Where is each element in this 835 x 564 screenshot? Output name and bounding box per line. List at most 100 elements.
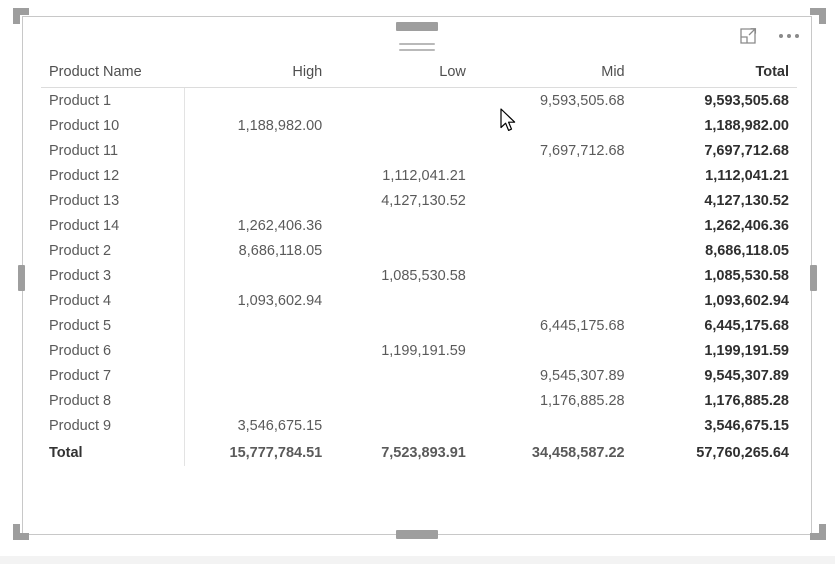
resize-handle-bottom-right[interactable] <box>806 520 826 540</box>
table-row[interactable]: Product 4 1,093,602.94 1,093,602.94 <box>41 288 797 313</box>
resize-handle-bottom-middle[interactable] <box>396 530 438 539</box>
matrix-table-wrapper: Product Name High Low Mid Total Product … <box>41 61 797 466</box>
cell-total: 1,085,530.58 <box>704 267 789 284</box>
cell-product-name: Product 9 <box>41 413 186 438</box>
cell-high: 1,262,406.36 <box>237 217 323 234</box>
table-row[interactable]: Product 3 1,085,530.58 1,085,530.58 <box>41 263 797 288</box>
table-total-row[interactable]: Total 15,777,784.51 7,523,893.91 34,458,… <box>41 438 797 466</box>
more-options-ellipsis-icon[interactable] <box>777 30 801 42</box>
cell-product-name: Product 12 <box>41 163 186 188</box>
table-row[interactable]: Product 11 7,697,712.68 7,697,712.68 <box>41 138 797 163</box>
cell-total: 6,445,175.68 <box>704 317 789 334</box>
cell-low: 1,085,530.58 <box>381 267 466 284</box>
cell-total: 1,188,982.00 <box>704 117 789 134</box>
cell-total-mid: 34,458,587.22 <box>531 445 625 461</box>
column-header-high[interactable]: High <box>184 61 329 88</box>
cell-mid <box>472 188 631 213</box>
cell-high <box>185 338 329 363</box>
cell-total: 7,697,712.68 <box>704 142 789 159</box>
cell-high: 3,546,675.15 <box>237 417 323 434</box>
cell-low <box>328 388 472 413</box>
column-header-product-name[interactable]: Product Name <box>41 61 185 88</box>
table-body: Product 1 9,593,505.68 9,593,505.68 Prod… <box>41 87 797 466</box>
cell-total: 1,093,602.94 <box>704 292 789 309</box>
cell-low <box>328 113 472 138</box>
cell-high <box>185 163 329 188</box>
page-bottom-strip <box>0 556 835 564</box>
cell-total: 8,686,118.05 <box>705 242 789 259</box>
table-row[interactable]: Product 9 3,546,675.15 3,546,675.15 <box>41 413 797 438</box>
resize-handle-right-middle[interactable] <box>810 265 817 291</box>
table-row[interactable]: Product 8 1,176,885.28 1,176,885.28 <box>41 388 797 413</box>
cell-high <box>185 388 329 413</box>
drag-handle-icon[interactable] <box>399 43 435 55</box>
resize-handle-top-right[interactable] <box>806 8 826 28</box>
table-row[interactable]: Product 7 9,545,307.89 9,545,307.89 <box>41 363 797 388</box>
cell-product-name: Product 13 <box>41 188 186 213</box>
table-header-row: Product Name High Low Mid Total <box>41 61 797 88</box>
expand-focus-icon[interactable] <box>737 25 759 47</box>
cell-high <box>185 363 329 388</box>
cell-total-label: Total <box>41 438 186 466</box>
cell-total: 4,127,130.52 <box>704 192 789 209</box>
cell-product-name: Product 6 <box>41 338 186 363</box>
cell-mid <box>472 113 631 138</box>
table-row[interactable]: Product 12 1,112,041.21 1,112,041.21 <box>41 163 797 188</box>
cell-mid <box>472 413 631 438</box>
cell-total: 9,593,505.68 <box>704 92 789 109</box>
cell-mid: 9,545,307.89 <box>539 367 625 384</box>
table-row[interactable]: Product 10 1,188,982.00 1,188,982.00 <box>41 113 797 138</box>
cell-total: 1,112,041.21 <box>705 167 789 184</box>
matrix-table: Product Name High Low Mid Total Product … <box>41 61 797 466</box>
cell-total-total: 57,760,265.64 <box>696 445 789 461</box>
cell-total: 1,176,885.28 <box>704 392 789 409</box>
cell-high <box>185 138 329 163</box>
cell-high: 1,093,602.94 <box>237 292 323 309</box>
cell-low: 1,112,041.21 <box>382 167 466 184</box>
cell-product-name: Product 14 <box>41 213 186 238</box>
cell-mid: 7,697,712.68 <box>539 142 625 159</box>
column-header-mid[interactable]: Mid <box>471 61 631 88</box>
table-row[interactable]: Product 1 9,593,505.68 9,593,505.68 <box>41 87 797 113</box>
cell-mid <box>472 288 631 313</box>
cell-total: 3,546,675.15 <box>704 417 789 434</box>
cell-product-name: Product 5 <box>41 313 186 338</box>
cell-low: 4,127,130.52 <box>381 192 466 209</box>
table-row[interactable]: Product 2 8,686,118.05 8,686,118.05 <box>41 238 797 263</box>
cell-mid: 9,593,505.68 <box>539 92 625 109</box>
column-header-low[interactable]: Low <box>328 61 472 88</box>
resize-handle-top-middle[interactable] <box>396 22 438 31</box>
screen: Product Name High Low Mid Total Product … <box>0 0 835 564</box>
cell-low <box>328 238 472 263</box>
cell-product-name: Product 3 <box>41 263 186 288</box>
resize-handle-bottom-left[interactable] <box>13 520 33 540</box>
table-row[interactable]: Product 6 1,199,191.59 1,199,191.59 <box>41 338 797 363</box>
resize-handle-left-middle[interactable] <box>18 265 25 291</box>
table-row[interactable]: Product 5 6,445,175.68 6,445,175.68 <box>41 313 797 338</box>
visual-header-actions <box>737 25 801 47</box>
cell-product-name: Product 4 <box>41 288 186 313</box>
cell-total-high: 15,777,784.51 <box>229 445 323 461</box>
cell-mid <box>472 213 631 238</box>
cell-mid: 1,176,885.28 <box>539 392 625 409</box>
cell-mid <box>472 238 631 263</box>
cell-product-name: Product 1 <box>41 87 186 113</box>
cell-product-name: Product 10 <box>41 113 186 138</box>
cell-mid: 6,445,175.68 <box>539 317 625 334</box>
cell-low <box>328 138 472 163</box>
column-header-total[interactable]: Total <box>630 61 797 88</box>
cell-product-name: Product 8 <box>41 388 186 413</box>
table-row[interactable]: Product 13 4,127,130.52 4,127,130.52 <box>41 188 797 213</box>
resize-handle-top-left[interactable] <box>13 8 33 28</box>
cell-total-low: 7,523,893.91 <box>381 445 466 461</box>
table-header: Product Name High Low Mid Total <box>41 61 797 88</box>
table-row[interactable]: Product 14 1,262,406.36 1,262,406.36 <box>41 213 797 238</box>
cell-high <box>185 313 329 338</box>
cell-product-name: Product 2 <box>41 238 186 263</box>
cell-high <box>185 263 329 288</box>
cell-total: 1,262,406.36 <box>704 217 789 234</box>
cell-high: 1,188,982.00 <box>237 117 323 134</box>
cell-low <box>328 313 472 338</box>
cell-high: 8,686,118.05 <box>238 242 323 259</box>
matrix-visual-container[interactable]: Product Name High Low Mid Total Product … <box>22 16 812 535</box>
